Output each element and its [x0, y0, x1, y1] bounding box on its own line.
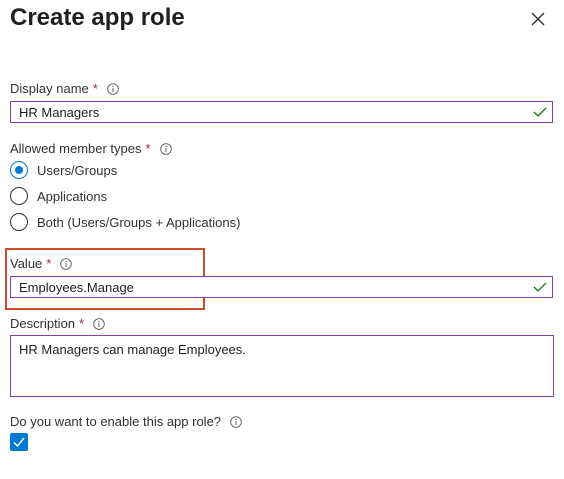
- radio-applications[interactable]: Applications: [10, 187, 107, 205]
- value-field-value: Employees.Manage: [19, 280, 134, 295]
- info-icon[interactable]: [60, 257, 73, 270]
- page-title: Create app role: [10, 4, 185, 31]
- radio-users-groups-label: Users/Groups: [37, 162, 118, 178]
- description-label: Description *: [10, 316, 105, 331]
- display-name-field[interactable]: HR Managers: [10, 101, 553, 123]
- close-icon[interactable]: [528, 9, 548, 29]
- radio-button[interactable]: [10, 213, 28, 231]
- checkmark-icon: [533, 107, 547, 117]
- required-asterisk: *: [145, 141, 151, 156]
- enable-label-text: Do you want to enable this app role?: [10, 414, 222, 429]
- enable-checkbox[interactable]: [10, 433, 28, 451]
- description-label-text: Description: [10, 316, 76, 331]
- radio-users-groups[interactable]: Users/Groups: [10, 161, 117, 179]
- value-label: Value *: [10, 256, 73, 271]
- display-name-label-text: Display name: [10, 81, 89, 96]
- value-label-text: Value: [10, 256, 43, 271]
- info-icon[interactable]: [230, 415, 242, 428]
- checkmark-icon: [533, 282, 547, 292]
- radio-applications-label: Applications: [37, 188, 108, 204]
- member-types-label-text: Allowed member types: [10, 141, 142, 156]
- description-value: HR Managers can manage Employees.: [19, 342, 246, 357]
- display-name-label: Display name *: [10, 81, 119, 96]
- radio-both-label: Both (Users/Groups + Applications): [37, 214, 241, 230]
- radio-both[interactable]: Both (Users/Groups + Applications): [10, 213, 240, 231]
- value-field[interactable]: Employees.Manage: [10, 276, 553, 298]
- display-name-value: HR Managers: [19, 105, 100, 120]
- enable-label: Do you want to enable this app role?: [10, 414, 242, 429]
- info-icon[interactable]: [107, 82, 119, 95]
- checkmark-icon: [13, 437, 25, 448]
- member-types-label: Allowed member types *: [10, 141, 172, 156]
- required-asterisk: *: [46, 256, 52, 271]
- required-asterisk: *: [79, 316, 85, 331]
- info-icon[interactable]: [159, 142, 172, 155]
- radio-button[interactable]: [10, 187, 28, 205]
- radio-button-selected[interactable]: [10, 161, 28, 179]
- info-icon[interactable]: [93, 317, 105, 330]
- description-textarea[interactable]: HR Managers can manage Employees.: [10, 335, 554, 397]
- required-asterisk: *: [92, 81, 98, 96]
